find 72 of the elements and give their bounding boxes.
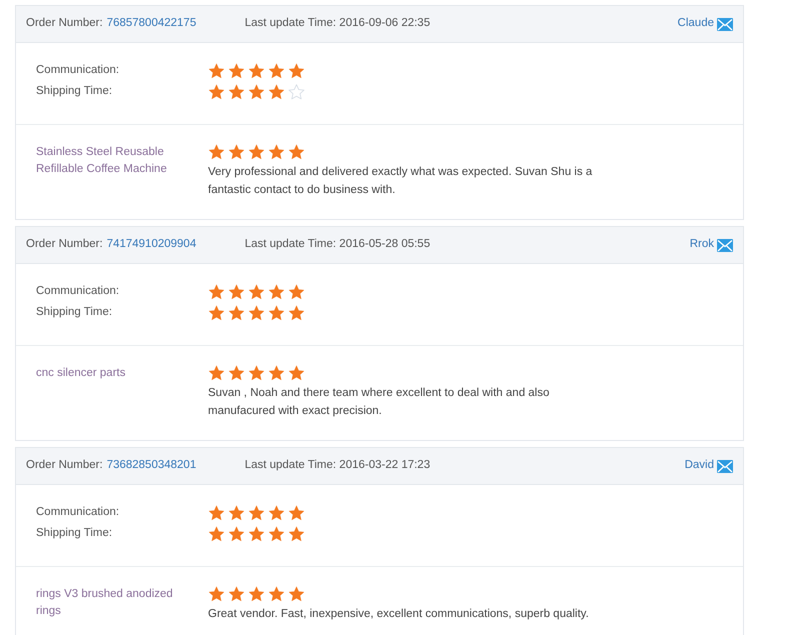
star-icon <box>208 365 225 381</box>
star-icon <box>248 62 265 78</box>
star-icon <box>208 84 225 100</box>
star-icon <box>268 84 285 100</box>
review-comment: Great vendor. Fast, inexpensive, excellent communications, superb quality. <box>208 607 590 622</box>
review-comment: Suvan , Noah and there team where excellent to deal with and also manufacured with exact precision. <box>208 386 550 419</box>
star-icon <box>288 62 305 78</box>
rating-label: Shipping Time: <box>36 526 114 541</box>
star-icon <box>248 586 265 602</box>
star-icon <box>288 365 305 381</box>
star-icon <box>208 304 225 320</box>
update-time: Last update Time: 2016-05-28 05:55 <box>244 237 430 252</box>
order-number-link[interactable]: 76857800422175 <box>106 15 241 33</box>
star-icon <box>268 284 285 300</box>
product-link[interactable]: rings V3 brushed anodized rings <box>36 586 186 620</box>
order-number-link[interactable]: 73682850348201 <box>106 457 241 475</box>
star-icon <box>288 504 305 520</box>
star-icon <box>248 284 265 300</box>
star-icon <box>208 284 225 300</box>
envelope-icon[interactable] <box>717 18 733 30</box>
star-icon <box>288 526 305 542</box>
empty-star-icon <box>288 84 305 100</box>
star-icon <box>288 586 305 602</box>
star-icon <box>208 526 225 542</box>
envelope-icon[interactable] <box>717 238 733 252</box>
star-icon <box>228 144 245 160</box>
star-icon <box>208 586 225 602</box>
rating-label: Shipping Time: <box>36 304 114 320</box>
order-number-label: Order Number: <box>26 458 103 474</box>
buyer-link[interactable]: Claude <box>678 15 714 33</box>
rating-label: Communication: <box>36 504 120 520</box>
star-icon <box>268 365 285 381</box>
update-time: Last update Time: 2016-09-06 22:35 <box>244 16 430 32</box>
review-comment: Very professional and delivered exactly what was expected. Suvan Shu is a fantastic contact to do business with. <box>208 165 594 198</box>
star-icon <box>228 304 245 320</box>
buyer-link[interactable]: David <box>684 457 714 475</box>
star-icon <box>268 62 285 78</box>
star-icon <box>208 144 225 160</box>
order-number-label: Order Number: <box>26 237 103 252</box>
star-icon <box>268 304 285 320</box>
star-icon <box>208 62 225 78</box>
star-icon <box>228 526 245 542</box>
buyer-link[interactable]: Rrok <box>690 236 714 254</box>
star-icon <box>248 304 265 320</box>
order-number-link[interactable]: 74174910209904 <box>106 236 241 254</box>
star-icon <box>248 144 265 160</box>
star-icon <box>248 84 265 100</box>
rating-label: Shipping Time: <box>36 84 114 99</box>
star-icon <box>228 504 245 520</box>
rating-label: Communication: <box>36 62 120 78</box>
product-link[interactable]: cnc silencer parts <box>36 365 186 382</box>
star-icon <box>288 144 305 160</box>
envelope-icon[interactable] <box>717 460 733 472</box>
star-icon <box>268 586 285 602</box>
star-icon <box>248 504 265 520</box>
update-time: Last update Time: 2016-03-22 17:23 <box>244 458 430 474</box>
star-icon <box>228 365 245 381</box>
star-icon <box>208 504 225 520</box>
star-icon <box>268 526 285 542</box>
star-icon <box>228 586 245 602</box>
star-icon <box>228 284 245 300</box>
star-icon <box>268 504 285 520</box>
order-number-label: Order Number: <box>26 16 103 32</box>
rating-label: Communication: <box>36 284 120 299</box>
star-icon <box>248 365 265 381</box>
star-icon <box>288 304 305 320</box>
star-icon <box>248 526 265 542</box>
star-icon <box>288 284 305 300</box>
star-icon <box>228 84 245 100</box>
star-icon <box>268 144 285 160</box>
star-icon <box>228 62 245 78</box>
product-link[interactable]: Stainless Steel Reusable Refillable Coffee Machine <box>36 144 186 178</box>
